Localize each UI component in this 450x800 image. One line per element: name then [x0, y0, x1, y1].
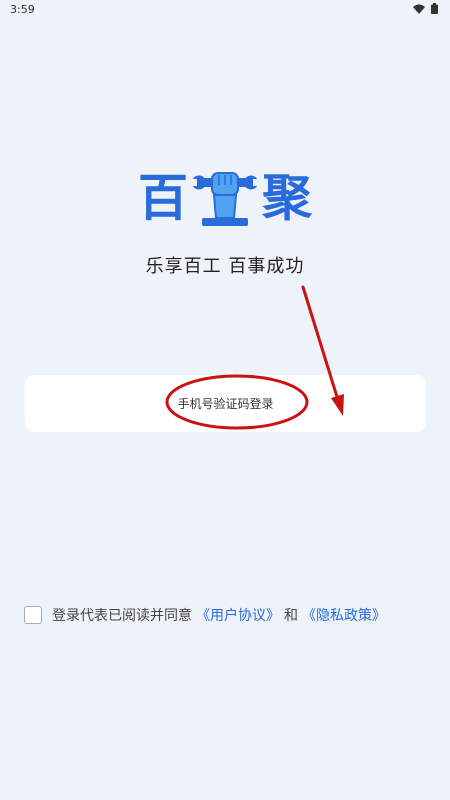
agreement-row: 登录代表已阅读并同意 《用户协议》 和 《隐私政策》 — [24, 605, 386, 625]
app-logo: 百 聚 — [0, 168, 450, 228]
status-icons — [413, 3, 438, 14]
agreement-conjunction: 和 — [284, 608, 298, 624]
status-time: 3:59 — [10, 3, 35, 16]
slogan: 乐享百工 百事成功 — [145, 256, 305, 277]
phone-login-label: 手机号验证码登录 — [177, 397, 274, 411]
status-bar: 3:59 — [0, 0, 450, 20]
logo-char-left: 百 — [138, 169, 188, 227]
agree-checkbox[interactable] — [24, 606, 42, 624]
privacy-policy-link[interactable]: 《隐私政策》 — [302, 605, 386, 625]
phone-login-button[interactable]: 手机号验证码登录 — [25, 375, 426, 432]
battery-icon — [431, 3, 438, 14]
user-agreement-link[interactable]: 《用户协议》 — [196, 605, 280, 625]
agreement-prefix: 登录代表已阅读并同意 — [52, 608, 192, 624]
fist-wrench-icon — [192, 172, 258, 226]
wifi-icon — [413, 4, 425, 14]
logo-char-right: 聚 — [262, 169, 312, 227]
login-screen: 3:59 百 聚 乐享百工 百事成功 手机号验证码登录 登录代表已阅读并同意 《… — [0, 0, 450, 800]
